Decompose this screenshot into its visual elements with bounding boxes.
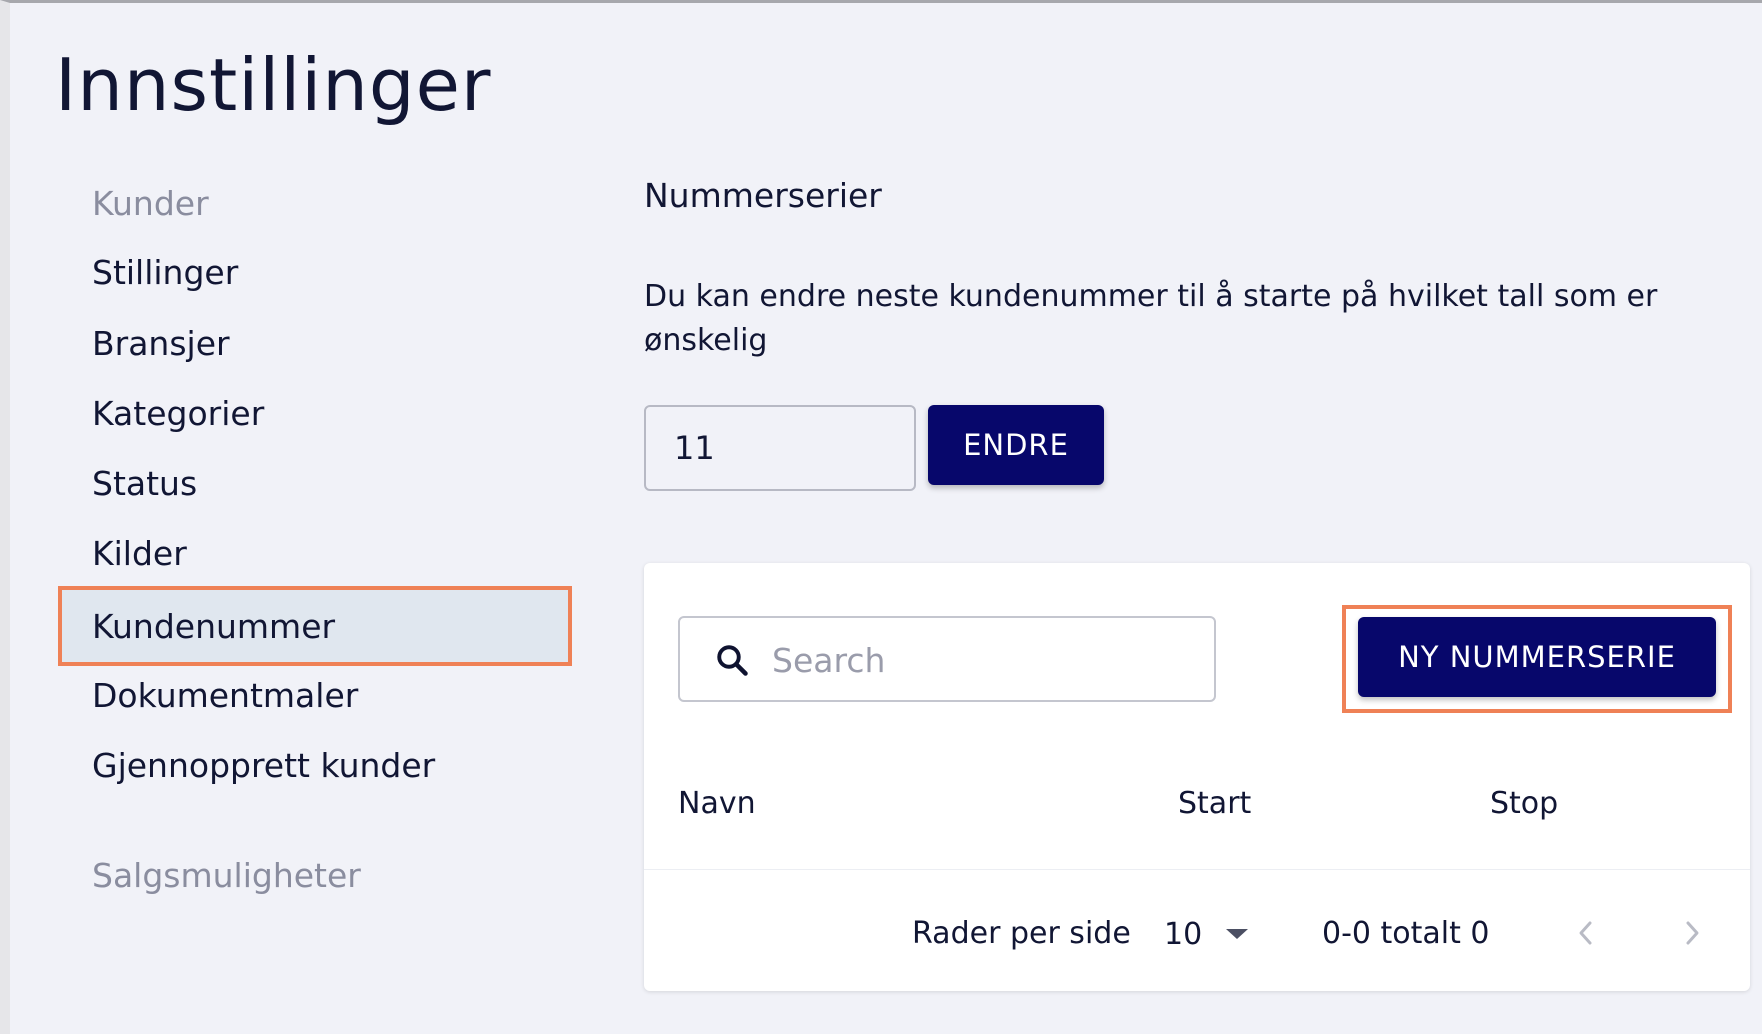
sidebar-section-salgsmuligheter: Salgsmuligheter (92, 856, 361, 895)
search-icon (717, 645, 748, 676)
search-field[interactable] (678, 616, 1216, 702)
table-divider (644, 869, 1750, 870)
next-customer-number-input[interactable] (644, 405, 916, 491)
sidebar-item-label: Dokumentmaler (92, 675, 359, 715)
chevron-left-icon (1579, 921, 1592, 945)
column-header-navn[interactable]: Navn (678, 789, 756, 819)
sidebar-item-status[interactable]: Status (58, 446, 572, 520)
rows-per-page-select[interactable]: 10 (1164, 909, 1264, 959)
search-input[interactable] (770, 630, 1194, 690)
sidebar-item-label: Stillinger (92, 252, 239, 292)
sidebar-item-label: Gjennopprett kunder (92, 745, 436, 785)
sidebar-item-bransjer[interactable]: Bransjer (58, 306, 572, 380)
sidebar-item-gjennopprett-kunder[interactable]: Gjennopprett kunder (58, 728, 572, 802)
previous-page-button[interactable] (1556, 903, 1616, 963)
sidebar-item-stillinger[interactable]: Stillinger (58, 235, 572, 309)
pagination-range: 0-0 totalt 0 (1322, 916, 1490, 951)
column-header-stop[interactable]: Stop (1490, 789, 1558, 819)
sidebar-item-label: Kilder (92, 533, 187, 573)
change-button[interactable]: ENDRE (928, 405, 1104, 485)
sidebar-item-kilder[interactable]: Kilder (58, 516, 572, 590)
new-number-series-button[interactable]: NY NUMMERSERIE (1358, 617, 1716, 697)
caret-down-icon (1226, 929, 1249, 939)
column-header-start[interactable]: Start (1178, 789, 1251, 819)
sidebar-item-label: Bransjer (92, 323, 230, 363)
sidebar-item-kategorier[interactable]: Kategorier (58, 376, 572, 450)
settings-page: Innstillinger Kunder Stillinger Bransjer… (0, 0, 1762, 1034)
page-title: Innstillinger (55, 43, 492, 127)
sidebar-item-label: Kategorier (92, 393, 265, 433)
sidebar-section-kunder: Kunder (92, 184, 209, 223)
sidebar-item-dokumentmaler[interactable]: Dokumentmaler (58, 658, 572, 732)
sidebar-item-label: Kundenummer (92, 606, 336, 646)
sidebar-item-label: Status (92, 463, 198, 503)
next-page-button[interactable] (1662, 903, 1722, 963)
sidebar-item-kundenummer[interactable]: Kundenummer (58, 586, 572, 666)
rows-per-page-label: Rader per side (912, 916, 1131, 951)
number-series-card: NY NUMMERSERIE Navn Start Stop Rader per… (644, 563, 1750, 991)
rows-per-page-value: 10 (1164, 916, 1203, 952)
chevron-right-icon (1686, 921, 1699, 945)
description-text: Du kan endre neste kundenummer til å sta… (644, 279, 1658, 358)
section-title: Nummerserier (644, 176, 882, 215)
